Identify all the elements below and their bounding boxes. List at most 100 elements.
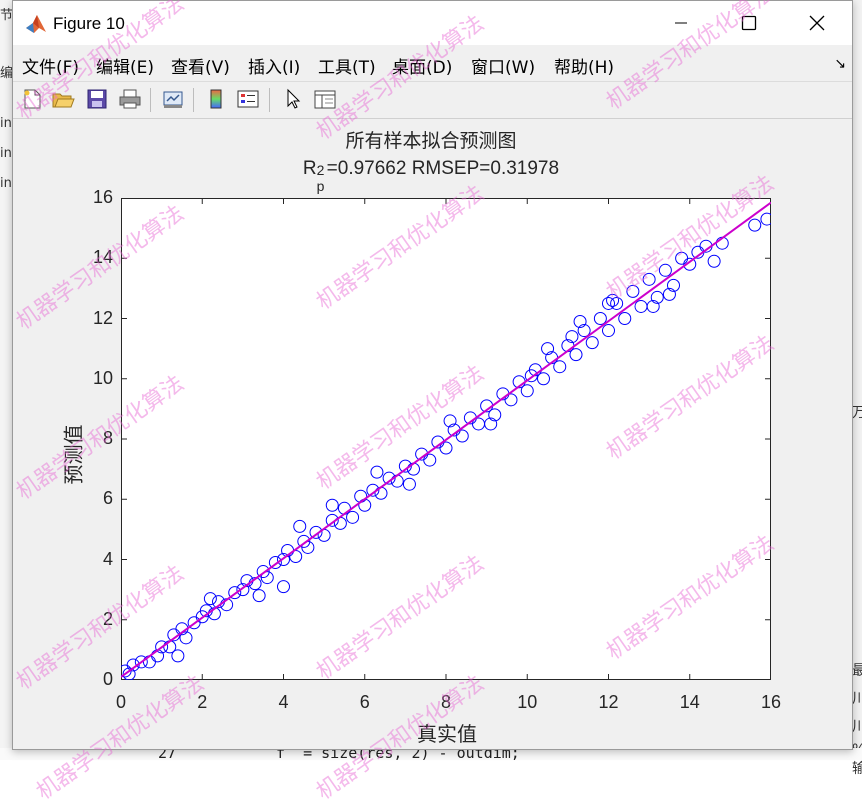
scatter-point [346,510,360,524]
x-tick-label: 6 [359,692,370,712]
scatter-point [593,312,607,325]
scatter-point [142,655,156,669]
property-inspector-icon [314,90,336,109]
minimize-button[interactable] [647,1,715,45]
save-button[interactable] [84,86,110,112]
scatter-point [520,384,534,398]
menu-view[interactable]: 查看(V) [171,53,230,78]
save-icon [87,89,107,109]
edit-plot-button[interactable] [280,86,306,112]
menu-insert[interactable]: 插入(I) [248,53,300,78]
bg-fragment: 最 [852,663,862,679]
scatter-point [602,324,615,338]
menu-window[interactable]: 窗口(W) [471,53,535,78]
scatter-point [390,474,404,488]
subtitle-superscript: 2 [316,162,325,178]
scatter-point [569,348,583,362]
scatter-point [203,592,217,606]
y-tick-label: 14 [92,247,113,268]
plot-subtitle: R 2 p =0.97662 RMSEP=0.31978 [0,158,862,194]
scatter-point [537,372,550,386]
print-button[interactable] [117,86,143,112]
x-tick-label: 10 [517,692,538,712]
x-tick-label: 14 [679,692,700,712]
maximize-button[interactable] [715,1,783,45]
property-inspector-button[interactable] [312,86,338,112]
scatter-point [626,284,640,298]
scatter-point [277,580,290,594]
scatter-point [553,360,567,374]
scatter-point [374,486,388,500]
scatter-point [618,312,632,325]
edit-plot-arrow-icon [287,88,301,109]
scatter-point [407,462,420,476]
subtitle-metrics: =0.97662 RMSEP=0.31978 [326,158,560,179]
scatter-plot [121,198,771,680]
scatter-point [760,212,771,226]
scatter-point [252,589,266,603]
scatter-point [658,263,672,277]
menu-help[interactable]: 帮助(H) [554,53,614,78]
window-title: Figure 10 [53,14,125,33]
menubar-overflow-icon[interactable]: ↘ [834,55,846,72]
x-tick-label: 16 [760,692,782,712]
menu-file[interactable]: 文件(F) [22,53,79,78]
x-tick-label: 12 [598,692,619,712]
close-button[interactable] [783,1,851,45]
menu-desktop[interactable]: 桌面(D) [392,53,452,78]
subtitle-subscript: p [316,178,325,194]
bg-fragment: 川 [852,719,862,735]
insert-colorbar-button[interactable] [203,86,229,112]
link-plot-button[interactable] [160,86,186,112]
new-figure-icon [24,89,41,109]
toolbar-separator [193,88,194,112]
scatter-point [293,519,307,533]
scatter-point [642,272,656,286]
title-bar[interactable]: Figure 10 [13,1,852,45]
scatter-point [402,477,416,491]
x-axis-label: 真实值 [417,722,477,746]
menu-edit[interactable]: 编辑(E) [96,53,154,78]
x-tick-label: 0 [115,692,126,712]
minimize-icon [675,22,687,24]
scatter-point [325,498,339,512]
open-file-button[interactable] [50,86,76,112]
scatter-point [606,293,620,307]
matlab-logo-icon [26,15,46,33]
scatter-point [748,218,762,232]
y-axis-label: 预测值 [61,424,86,485]
y-tick-label: 12 [92,307,113,328]
scatter-point [675,251,689,265]
x-tick-label: 2 [197,692,208,712]
y-tick-label: 2 [102,608,113,629]
y-tick-label: 16 [92,187,113,207]
y-tick-label: 10 [92,367,113,388]
y-tick-label: 4 [102,548,113,569]
scatter-point [602,296,615,310]
print-icon [119,89,141,109]
y-tick-label: 0 [102,669,113,689]
insert-legend-icon [237,90,259,108]
bg-fragment: 万 [852,405,862,421]
close-icon [809,15,825,31]
link-plot-icon [163,91,183,108]
toolbar-separator [269,88,270,112]
maximize-icon [741,15,757,31]
scatter-point [370,465,384,479]
open-file-icon [52,93,75,108]
x-tick-label: 4 [278,692,289,712]
x-tick-label: 8 [440,692,451,712]
insert-legend-button[interactable] [235,86,261,112]
scatter-point [707,254,721,268]
insert-colorbar-icon [210,89,222,109]
subtitle-r: R [302,158,317,179]
new-figure-button[interactable] [19,86,45,112]
scatter-point [171,649,185,663]
scatter-point [585,336,599,350]
scatter-point [634,299,648,313]
figure-toolbar [13,82,852,119]
bg-fragment: 川 [852,691,862,707]
menu-tools[interactable]: 工具(T) [318,53,376,78]
toolbar-separator [150,88,151,112]
menu-bar: 文件(F) 编辑(E) 查看(V) 插入(I) 工具(T) 桌面(D) 窗口(W… [13,45,852,82]
